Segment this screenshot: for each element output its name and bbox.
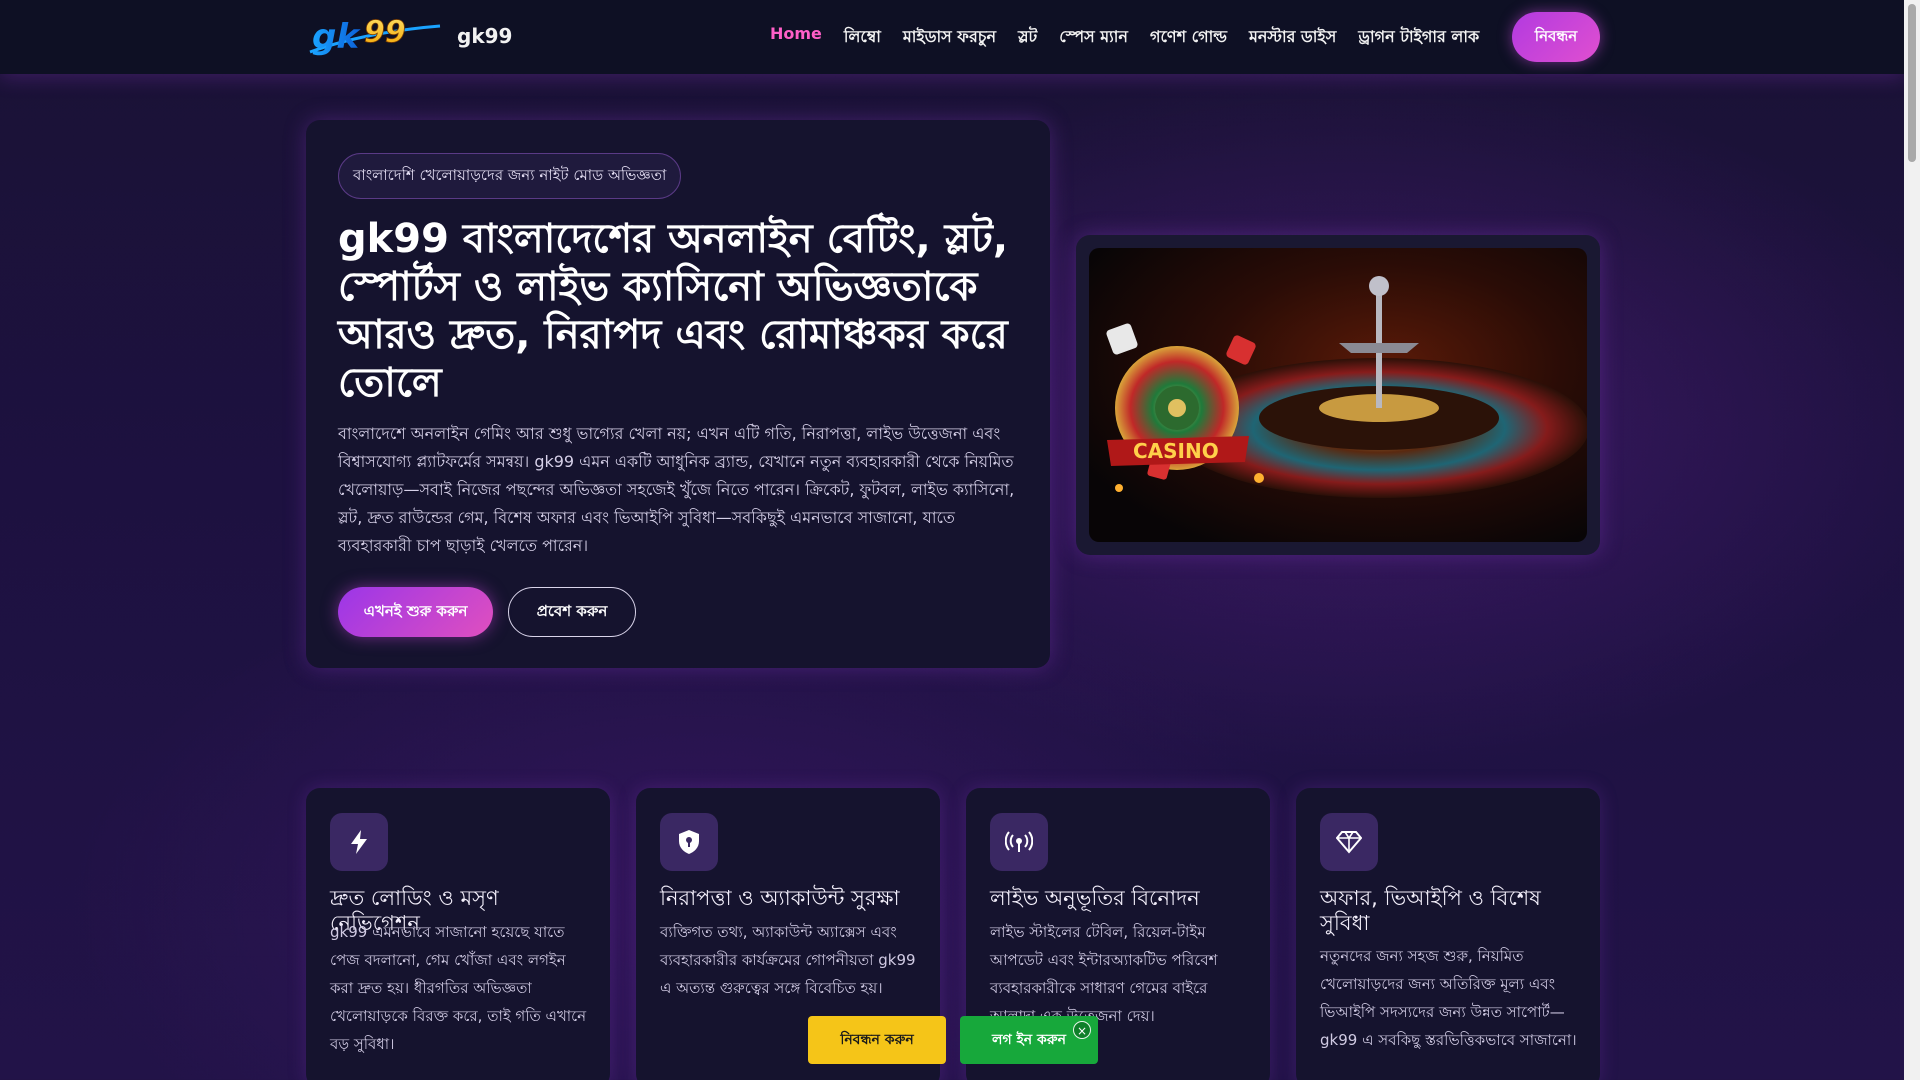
nav-monster-dice[interactable]: মনস্টার ডাইস — [1249, 24, 1336, 51]
feature-text: ব্যক্তিগত তথ্য, অ্যাকাউন্ট অ্যাক্সেস এবং… — [660, 923, 916, 997]
shield-lock-icon — [660, 813, 718, 871]
start-now-button[interactable]: এখনই শুরু করুন — [338, 587, 493, 637]
feature-title: অফার, ভিআইপি ও বিশেষ সুবিধা — [1320, 886, 1541, 935]
page-scrollbar[interactable] — [1904, 0, 1920, 1080]
lightning-icon — [330, 813, 388, 871]
feature-title: নিরাপত্তা ও অ্যাকাউন্ট সুরক্ষা — [660, 886, 900, 910]
scrollbar-thumb[interactable] — [1908, 4, 1916, 162]
nav-midas-fortune[interactable]: মাইডাস ফরচুন — [903, 24, 996, 51]
feature-text: gk99 এমনভাবে সাজানো হয়েছে যাতে পেজ বদলা… — [330, 923, 587, 1053]
nav-spaceman[interactable]: স্পেস ম্যান — [1059, 24, 1128, 51]
header-register-button[interactable]: নিবন্ধন — [1512, 12, 1600, 62]
feature-card-offers: অফার, ভিআইপি ও বিশেষ সুবিধা নতুনদের জন্য… — [1296, 788, 1600, 1080]
sticky-register-button[interactable]: নিবন্ধন করুন — [808, 1016, 946, 1064]
casino-roulette-image: CASINO — [1089, 248, 1587, 542]
diamond-icon — [1320, 813, 1378, 871]
svg-text:gk: gk — [312, 17, 361, 57]
hero-title: gk99 বাংলাদেশের অনলাইন বেটিং, স্লট, স্পো… — [338, 216, 1009, 406]
top-navbar: gk 99 gk99 Home লিম্বো মাইডাস ফরচুন স্লট… — [0, 0, 1904, 74]
nav-home[interactable]: Home — [770, 24, 822, 51]
gk99-logo[interactable]: gk 99 — [306, 12, 442, 60]
nav-dragon-tiger-luck[interactable]: ড্রাগন টাইগার লাক — [1358, 24, 1479, 51]
feature-card-speed: দ্রুত লোডিং ও মসৃণ নেভিগেশন gk99 এমনভাবে… — [306, 788, 610, 1080]
nav-limbo[interactable]: লিম্বো — [844, 24, 881, 51]
hero-description: বাংলাদেশে অনলাইন গেমিং আর শুধু ভাগ্যের খ… — [338, 424, 1015, 555]
hero-card: বাংলাদেশি খেলোয়াড়দের জন্য নাইট মোড অভি… — [306, 120, 1050, 668]
nav-ganesh-gold[interactable]: গণেশ গোল্ড — [1150, 24, 1227, 51]
site-name[interactable]: gk99 — [457, 24, 512, 48]
enter-button[interactable]: প্রবেশ করুন — [508, 587, 636, 637]
main-nav: Home লিম্বো মাইডাস ফরচুন স্লট স্পেস ম্যা… — [770, 24, 1479, 51]
nav-slot[interactable]: স্লট — [1018, 24, 1037, 51]
broadcast-icon — [990, 813, 1048, 871]
feature-text: লাইভ স্টাইলের টেবিল, রিয়েল-টাইম আপডেট এ… — [990, 923, 1218, 1025]
hero-badge: বাংলাদেশি খেলোয়াড়দের জন্য নাইট মোড অভি… — [338, 153, 682, 199]
feature-text: নতুনদের জন্য সহজ শুরু, নিয়মিত খেলোয়াড়… — [1320, 947, 1577, 1049]
svg-text:99: 99 — [364, 15, 406, 50]
feature-title: লাইভ অনুভূতির বিনোদন — [990, 886, 1200, 910]
hero-image-frame: CASINO — [1076, 235, 1600, 555]
close-icon[interactable]: × — [1073, 1021, 1091, 1039]
casino-banner-text: CASINO — [1133, 439, 1219, 463]
